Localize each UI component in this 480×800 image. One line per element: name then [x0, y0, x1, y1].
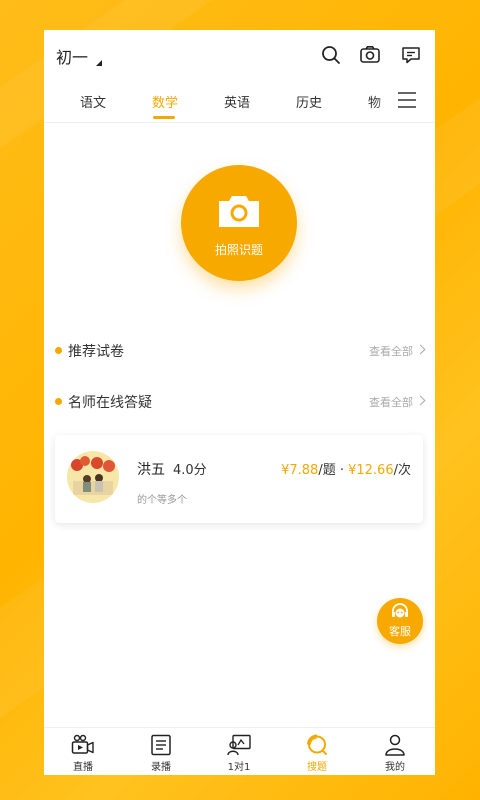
message-icon[interactable] [400, 44, 422, 66]
per-question-unit: /题 · [318, 463, 349, 478]
grade-selector[interactable]: 初一 [56, 44, 88, 68]
nav-profile[interactable]: 我的 [356, 728, 434, 775]
nav-label: 我的 [385, 762, 405, 773]
customer-service-label: 客服 [389, 625, 411, 638]
tab-english[interactable]: 英语 [224, 92, 250, 111]
menu-icon[interactable] [396, 90, 418, 110]
camera-icon [219, 196, 259, 227]
profile-icon [385, 734, 405, 756]
recorded-book-icon [151, 734, 171, 756]
nav-live[interactable]: 直播 [44, 728, 122, 775]
tab-fade [374, 82, 396, 120]
photo-recognize-button[interactable]: 拍照识题 [181, 165, 297, 281]
nav-one-on-one[interactable]: 1对1 [200, 728, 278, 775]
live-video-icon [71, 734, 94, 754]
active-tab-indicator [153, 116, 175, 119]
nav-label: 搜题 [307, 762, 327, 773]
search-question-icon [307, 734, 327, 755]
one-on-one-icon [227, 734, 251, 756]
per-session-unit: /次 [393, 463, 411, 478]
customer-service-button[interactable]: 客服 [377, 598, 423, 644]
teacher-name: 洪五 [137, 462, 165, 478]
see-all-link[interactable]: 查看全部 [369, 343, 413, 359]
price-per-question: ¥7.88 [281, 463, 319, 478]
avatar [67, 451, 119, 503]
section-title: 名师在线答疑 [68, 395, 152, 411]
price-line: ¥7.88/题 · ¥12.66/次 [281, 459, 411, 478]
recommended-papers-row[interactable]: 推荐试卷 查看全部 [44, 339, 435, 361]
teacher-description: 的个等多个 [137, 495, 187, 506]
subject-tabs: 语文 数学 英语 历史 物 [44, 82, 435, 123]
chevron-right-icon [415, 395, 426, 406]
price-per-session: ¥12.66 [348, 463, 394, 478]
top-bar: 初一 [44, 30, 435, 82]
tab-history[interactable]: 历史 [296, 92, 322, 111]
nav-label: 直播 [73, 762, 93, 773]
search-icon[interactable] [320, 44, 342, 66]
teacher-rating: 4.0分 [173, 463, 207, 478]
tab-chinese[interactable]: 语文 [80, 92, 106, 111]
app-screen: 初一 语文 数学 英语 历史 物 [44, 30, 435, 775]
bottom-nav: 直播 录播 1对1 搜题 我的 [44, 727, 435, 775]
see-all-link[interactable]: 查看全部 [369, 394, 413, 410]
teacher-card[interactable]: 洪五 4.0分 ¥7.88/题 · ¥12.66/次 的个等多个 [55, 435, 423, 523]
nav-recorded[interactable]: 录播 [122, 728, 200, 775]
nav-search-question[interactable]: 搜题 [278, 728, 356, 775]
nav-label: 1对1 [227, 762, 251, 773]
section-dot [55, 398, 62, 405]
section-title: 推荐试卷 [68, 344, 124, 360]
nav-label: 录播 [151, 762, 171, 773]
chevron-right-icon [415, 344, 426, 355]
tab-math[interactable]: 数学 [152, 92, 178, 111]
section-dot [55, 347, 62, 354]
camera-icon[interactable] [359, 44, 381, 66]
headset-icon [392, 603, 408, 618]
photo-recognize-label: 拍照识题 [214, 243, 263, 257]
grade-caret-icon [96, 60, 102, 66]
online-teachers-row[interactable]: 名师在线答疑 查看全部 [44, 390, 435, 412]
